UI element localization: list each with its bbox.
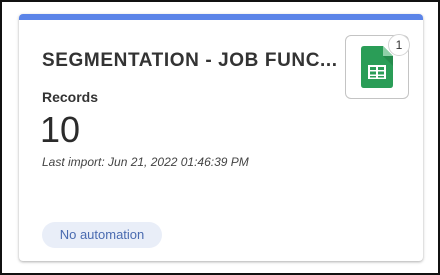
import-card[interactable]: SEGMENTATION - JOB FUNC... Records 10 La… bbox=[19, 14, 423, 261]
last-import-timestamp: Last import: Jun 21, 2022 01:46:39 PM bbox=[42, 155, 249, 169]
screenshot-frame: SEGMENTATION - JOB FUNC... Records 10 La… bbox=[0, 0, 440, 275]
records-label: Records bbox=[42, 89, 99, 105]
source-tile[interactable]: 1 bbox=[345, 34, 410, 99]
records-count: 10 bbox=[40, 109, 81, 150]
card-title: SEGMENTATION - JOB FUNC... bbox=[42, 50, 338, 71]
automation-status-badge: No automation bbox=[42, 222, 162, 248]
source-count-badge: 1 bbox=[388, 34, 410, 56]
google-sheets-icon bbox=[361, 46, 393, 88]
card-accent-bar bbox=[19, 14, 423, 20]
